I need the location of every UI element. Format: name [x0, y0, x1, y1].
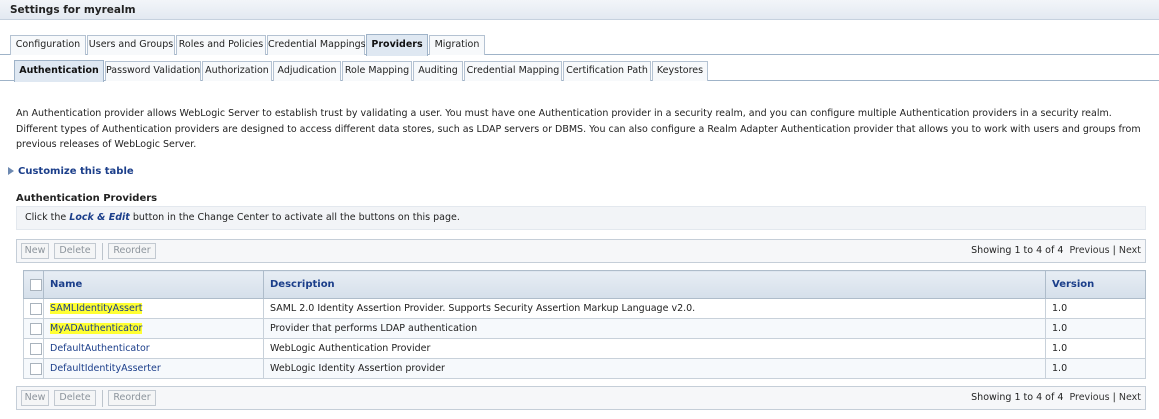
select-all-checkbox[interactable]	[30, 278, 42, 291]
row-checkbox-cell	[23, 338, 44, 359]
subtab-role-mapping[interactable]: Role Mapping	[342, 61, 412, 81]
subtab-adjudication[interactable]: Adjudication	[273, 61, 341, 81]
customize-table-link[interactable]: Customize this table	[8, 166, 134, 177]
table-row: DefaultAuthenticator WebLogic Authentica…	[23, 338, 1146, 359]
subtab-credential-mapping[interactable]: Credential Mapping	[464, 61, 562, 81]
table-header-row: Name Description Version	[23, 270, 1146, 299]
row-checkbox-cell	[23, 298, 44, 319]
next-link[interactable]: Next	[1119, 245, 1141, 256]
table-row: DefaultIdentityAsserter WebLogic Identit…	[23, 358, 1146, 379]
subtab-certification-path[interactable]: Certification Path	[563, 61, 651, 81]
table-toolbar-top: New Delete Reorder Showing 1 to 4 of 4 P…	[16, 239, 1146, 263]
previous-link[interactable]: Previous	[1069, 392, 1109, 403]
page-title: Settings for myrealm	[10, 4, 136, 16]
instruction-suffix: button in the Change Center to activate …	[129, 212, 460, 223]
provider-description: Provider that performs LDAP authenticati…	[263, 318, 1046, 339]
tab-configuration[interactable]: Configuration	[10, 35, 86, 55]
pagination: Showing 1 to 4 of 4 Previous | Next	[971, 245, 1141, 256]
tab-providers[interactable]: Providers	[366, 34, 428, 56]
row-checkbox[interactable]	[30, 322, 42, 335]
reorder-button[interactable]: Reorder	[108, 243, 156, 259]
subtab-authorization[interactable]: Authorization	[202, 61, 272, 81]
column-header-name[interactable]: Name	[43, 270, 264, 299]
provider-link[interactable]: DefaultAuthenticator	[50, 343, 150, 354]
delete-button[interactable]: Delete	[54, 243, 96, 259]
table-row: SAMLIdentityAssert SAML 2.0 Identity Ass…	[23, 298, 1146, 319]
lock-edit-instruction: Click the Lock & Edit button in the Chan…	[16, 206, 1146, 230]
new-button[interactable]: New	[21, 243, 49, 259]
showing-count: Showing 1 to 4 of 4	[971, 245, 1064, 256]
subtab-auditing[interactable]: Auditing	[413, 61, 463, 81]
settings-title-bar: Settings for myrealm	[0, 0, 1159, 20]
lock-edit-label: Lock & Edit	[69, 212, 130, 223]
sub-tab-row: Authentication Password Validation Autho…	[0, 59, 1159, 82]
column-header-version[interactable]: Version	[1045, 270, 1146, 299]
column-header-description[interactable]: Description	[263, 270, 1046, 299]
showing-count: Showing 1 to 4 of 4	[971, 392, 1064, 403]
provider-name-cell: DefaultAuthenticator	[43, 338, 264, 359]
row-checkbox[interactable]	[30, 302, 42, 315]
provider-version: 1.0	[1045, 318, 1146, 339]
provider-version: 1.0	[1045, 298, 1146, 319]
top-tab-row: Configuration Users and Groups Roles and…	[0, 33, 1159, 56]
pagination: Showing 1 to 4 of 4 Previous | Next	[971, 392, 1141, 403]
expand-triangle-icon	[8, 167, 14, 175]
authentication-description: An Authentication provider allows WebLog…	[16, 108, 1141, 150]
new-button[interactable]: New	[21, 390, 49, 406]
provider-link[interactable]: MyADAuthenticator	[50, 323, 143, 334]
instruction-prefix: Click the	[25, 212, 70, 223]
previous-link[interactable]: Previous	[1069, 245, 1109, 256]
provider-name-cell: SAMLIdentityAssert	[43, 298, 264, 319]
toolbar-separator	[102, 390, 103, 407]
tab-users-and-groups[interactable]: Users and Groups	[87, 35, 175, 55]
provider-link[interactable]: DefaultIdentityAsserter	[50, 363, 161, 374]
section-title: Authentication Providers	[16, 193, 158, 204]
provider-description: WebLogic Identity Assertion provider	[263, 358, 1046, 379]
next-link[interactable]: Next	[1119, 392, 1141, 403]
delete-button[interactable]: Delete	[54, 390, 96, 406]
authentication-providers-table: Name Description Version SAMLIdentityAss…	[23, 270, 1146, 379]
subtab-keystores[interactable]: Keystores	[652, 61, 708, 81]
table-row: MyADAuthenticator Provider that performs…	[23, 318, 1146, 339]
paging-separator: |	[1112, 392, 1116, 403]
provider-name-cell: DefaultIdentityAsserter	[43, 358, 264, 379]
tab-roles-and-policies[interactable]: Roles and Policies	[176, 35, 266, 55]
toolbar-separator	[102, 243, 103, 260]
row-checkbox[interactable]	[30, 342, 42, 355]
row-checkbox-cell	[23, 318, 44, 339]
table-toolbar-bottom: New Delete Reorder Showing 1 to 4 of 4 P…	[16, 386, 1146, 410]
provider-version: 1.0	[1045, 338, 1146, 359]
subtab-authentication[interactable]: Authentication	[14, 60, 104, 82]
subtab-password-validation[interactable]: Password Validation	[105, 61, 201, 81]
row-checkbox[interactable]	[30, 362, 42, 375]
provider-name-cell: MyADAuthenticator	[43, 318, 264, 339]
paging-separator: |	[1112, 245, 1116, 256]
reorder-button[interactable]: Reorder	[108, 390, 156, 406]
select-all-header[interactable]	[23, 270, 44, 299]
row-checkbox-cell	[23, 358, 44, 379]
tab-migration[interactable]: Migration	[429, 35, 485, 55]
customize-label: Customize this table	[18, 166, 134, 177]
provider-version: 1.0	[1045, 358, 1146, 379]
provider-description: WebLogic Authentication Provider	[263, 338, 1046, 359]
provider-link[interactable]: SAMLIdentityAssert	[50, 303, 143, 314]
tab-credential-mappings[interactable]: Credential Mappings	[267, 35, 366, 55]
provider-description: SAML 2.0 Identity Assertion Provider. Su…	[263, 298, 1046, 319]
